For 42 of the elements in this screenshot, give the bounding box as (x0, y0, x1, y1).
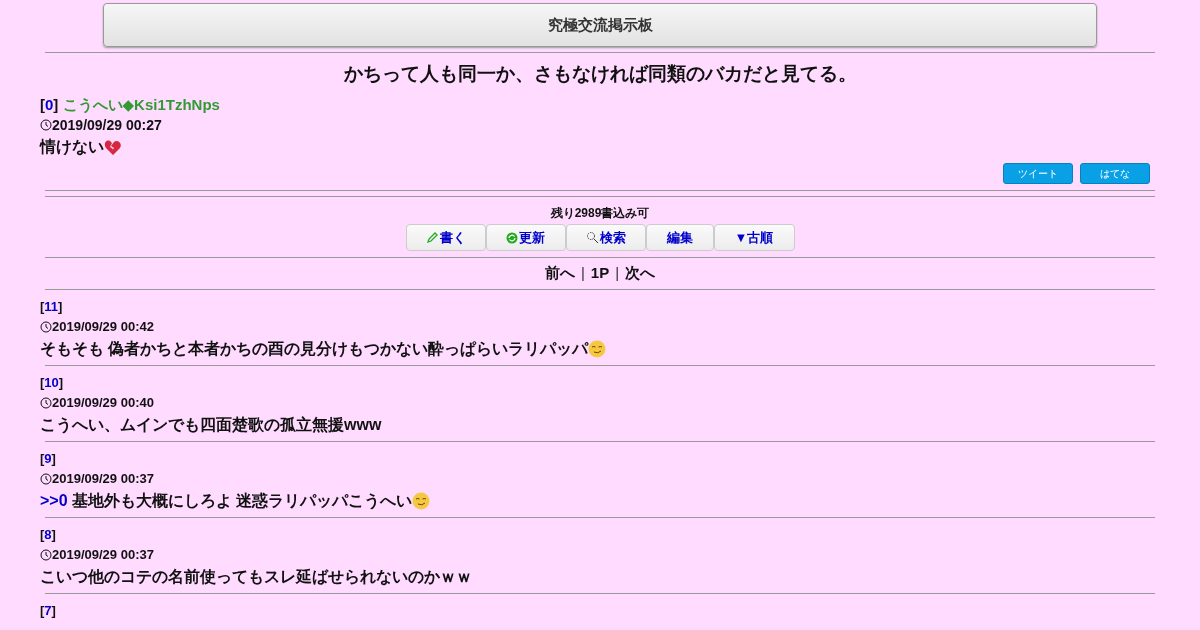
post-body: こうへい、ムインでも四面楚歌の孤立無援www (40, 415, 382, 436)
post-body: >>0 基地外も大概にしろよ 迷惑ラリパッパこうへい (40, 491, 413, 512)
refresh-icon (506, 231, 518, 244)
pager-link[interactable]: 前へ (544, 264, 575, 283)
toolbar-button[interactable]: 編集 (645, 224, 714, 251)
post-body: そもそも 偽者かちと本者かちの酉の見分けもつかない酔っぱらいラリパッパ (40, 339, 589, 360)
post-number[interactable]: [9] (40, 451, 56, 466)
post-number[interactable]: [10] (40, 375, 64, 390)
toolbar-button[interactable]: 書く (405, 224, 486, 251)
post-date: 2019/09/29 00:37 (52, 546, 154, 564)
search-icon (585, 231, 599, 244)
clock-icon (40, 473, 52, 485)
author-name: こうへい◆Ksi1TzhNps (62, 96, 220, 113)
toolbar-button[interactable]: ▼古順 (713, 224, 795, 251)
post-number[interactable]: [0] (40, 96, 59, 113)
post-date: 2019/09/29 00:40 (52, 394, 154, 412)
smirking-face-icon (588, 340, 607, 358)
pager-link[interactable]: 1P (590, 264, 610, 283)
post-date: 2019/09/29 00:27 (52, 116, 162, 135)
thread-title: かちって人も同一か、さもなければ同類のバカだと見てる。 (342, 62, 858, 86)
post-number[interactable]: [11] (40, 299, 63, 314)
broken-heart-icon (104, 138, 122, 156)
pencil-icon (425, 231, 439, 244)
clock-icon (40, 549, 52, 561)
board-title: 究極交流掲示板 (103, 3, 1097, 47)
clock-icon (40, 119, 52, 131)
post-number[interactable]: [8] (40, 527, 56, 542)
post-date: 2019/09/29 00:42 (52, 318, 154, 336)
post-date: 2019/09/29 00:37 (52, 470, 154, 488)
post-number[interactable]: [7] (40, 603, 56, 618)
reply-link[interactable]: >>0 (40, 492, 68, 509)
post-body: こいつ他のコテの名前使ってもスレ延ばせられないのかｗｗ (40, 567, 472, 588)
toolbar-button[interactable]: 更新 (485, 224, 566, 251)
smirking-face-icon (412, 492, 431, 510)
separator: | (580, 264, 585, 283)
clock-icon (40, 397, 52, 409)
separator: | (615, 264, 620, 283)
remaining-count: 残り2989書込み可 (549, 205, 651, 222)
post-body: 情けない (40, 137, 104, 158)
pager-link[interactable]: 次へ (625, 264, 656, 283)
clock-icon (40, 321, 52, 333)
toolbar-button[interactable]: 検索 (565, 224, 646, 251)
